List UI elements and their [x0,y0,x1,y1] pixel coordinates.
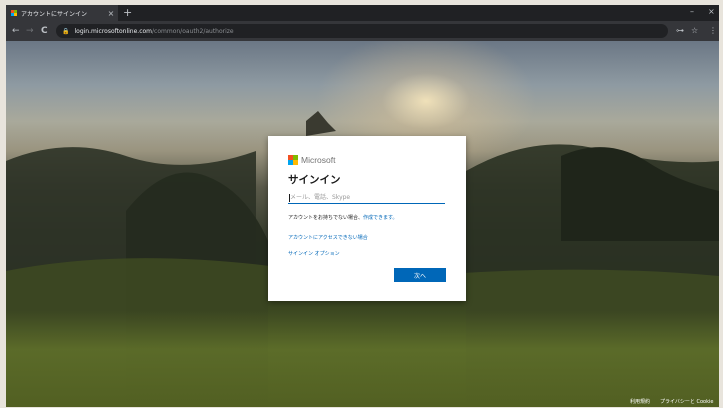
tab-strip: アカウントにサインイン × + – × [6,5,719,21]
url-host: login.microsoftonline.com [74,27,153,35]
no-account-text: アカウントをお持ちでない場合、作成できます。 [288,214,398,221]
privacy-cookies-link[interactable]: プライバシーと Cookie [660,398,713,405]
lock-icon: 🔒 [62,27,70,35]
reload-icon[interactable]: C [41,25,48,37]
email-phone-skype-input[interactable] [288,191,445,204]
url-path: /common/oauth2/authorize [152,27,234,35]
address-bar[interactable]: 🔒 login.microsoftonline.com /common/oaut… [56,24,668,38]
brand-name: Microsoft [301,155,336,165]
tab-close-icon[interactable]: × [104,9,118,18]
close-window-icon[interactable]: × [708,7,715,16]
minimize-icon[interactable]: – [690,7,694,16]
browser-window: アカウントにサインイン × + – × ← → C 🔒 login.micros… [6,5,719,407]
microsoft-logo-icon [288,155,298,165]
tab-signin[interactable]: アカウントにサインイン × [6,5,118,21]
signin-options-link[interactable]: サインイン オプション [288,250,340,257]
key-icon[interactable]: ⊶ [676,25,684,37]
microsoft-logo-icon [11,10,17,16]
microsoft-logo: Microsoft [288,155,335,165]
forward-arrow-icon[interactable]: → [26,25,34,37]
menu-icon[interactable]: ⋮ [709,25,717,37]
next-button[interactable]: 次へ [394,268,446,282]
page-background: Microsoft サインイン アカウントをお持ちでない場合、作成できます。 ア… [6,41,719,407]
new-tab-button[interactable]: + [123,6,132,20]
no-account-label: アカウントをお持ちでない場合、 [288,215,364,221]
terms-link[interactable]: 利用規約 [630,398,650,405]
create-account-link[interactable]: 作成できます。 [363,215,398,221]
signin-title: サインイン [288,174,341,186]
browser-toolbar: ← → C 🔒 login.microsoftonline.com /commo… [6,21,719,41]
text-caret [289,194,290,202]
star-icon[interactable]: ☆ [691,25,698,37]
grass-foreground [6,311,719,407]
back-arrow-icon[interactable]: ← [12,25,20,37]
signin-dialog: Microsoft サインイン アカウントをお持ちでない場合、作成できます。 ア… [268,136,466,301]
cant-access-account-link[interactable]: アカウントにアクセスできない場合 [288,234,368,241]
tab-title: アカウントにサインイン [21,10,88,18]
